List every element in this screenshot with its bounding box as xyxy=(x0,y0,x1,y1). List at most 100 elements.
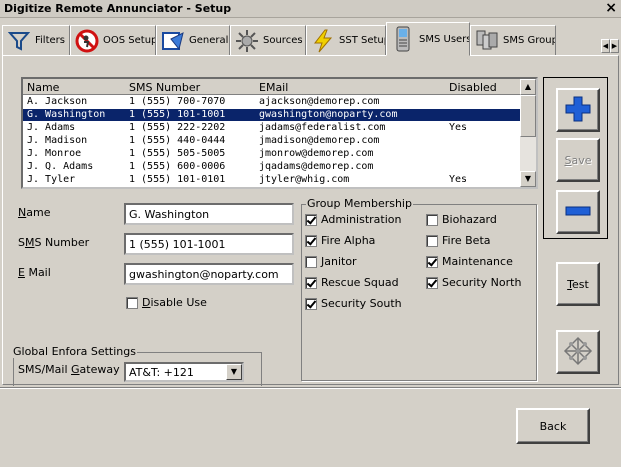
table-row[interactable]: A. Jackson 1 (555) 700-7070 ajackson@demor… xyxy=(23,96,520,108)
checkbox-box[interactable] xyxy=(305,255,317,268)
table-cell: 1 (555) 101-1001 xyxy=(129,109,226,120)
checkbox-box[interactable] xyxy=(305,297,317,310)
name-label: Name xyxy=(18,206,51,219)
table-cell: jmonrow@demorep.com xyxy=(259,148,374,159)
sms-number-label: SMS Number xyxy=(18,236,90,249)
scroll-up-icon[interactable]: ▲ xyxy=(520,79,536,95)
table-row[interactable]: J. Tyler 1 (555) 101-0101 jtyler@whig.com Y… xyxy=(23,174,520,186)
tab-scroll-right-icon[interactable]: ▶ xyxy=(610,39,619,53)
name-field[interactable]: G. Washington xyxy=(124,203,294,225)
email-label: E Mail xyxy=(18,266,51,279)
test-button[interactable]: Test xyxy=(556,262,600,306)
group-checkbox[interactable]: Security North xyxy=(426,276,521,289)
tab-scroll-left-icon[interactable]: ◀ xyxy=(601,39,610,53)
tab-label: General xyxy=(189,35,229,46)
tab-sst-setup[interactable]: SST Setup xyxy=(306,25,386,55)
tab-scroll: ◀ ▶ xyxy=(601,39,619,53)
sms-number-field[interactable]: 1 (555) 101-1001 xyxy=(124,233,294,255)
tab-sms-users[interactable]: SMS Users xyxy=(386,22,470,56)
users-list[interactable]: Name SMS Number EMail Disabled A. Jackso… xyxy=(21,77,538,189)
table-cell: Yes xyxy=(449,174,468,185)
group-checkbox-label: Janitor xyxy=(321,255,357,268)
table-cell: ajackson@demorep.com xyxy=(259,96,380,107)
checkbox-box[interactable] xyxy=(426,276,438,289)
table-cell: 1 (555) 222-2202 xyxy=(129,122,226,133)
column-header-sms-number[interactable]: SMS Number xyxy=(129,81,200,94)
checkbox-box[interactable] xyxy=(426,213,438,226)
no-entry-icon xyxy=(75,29,99,53)
gateway-select[interactable]: AT&T: +121 ▼ xyxy=(124,362,244,382)
group-checkbox[interactable]: Rescue Squad xyxy=(305,276,399,289)
tab-sms-groups[interactable]: SMS Groups xyxy=(470,25,556,55)
chevron-down-icon[interactable]: ▼ xyxy=(226,364,242,380)
close-icon[interactable]: × xyxy=(605,0,617,16)
test-button-label: Test xyxy=(567,277,589,291)
table-row[interactable]: J. Q. Adams 1 (555) 600-0006 jqadams@demor… xyxy=(23,161,520,173)
table-row[interactable]: G. Washington 1 (555) 101-1001 gwashington… xyxy=(23,108,521,122)
group-checkbox[interactable]: Janitor xyxy=(305,255,357,268)
group-checkbox-label: Administration xyxy=(321,213,402,226)
remove-user-button[interactable] xyxy=(556,190,600,234)
save-button[interactable]: Save xyxy=(556,138,600,182)
checkbox-box[interactable] xyxy=(305,276,317,289)
add-user-button[interactable] xyxy=(556,88,600,132)
network-button[interactable] xyxy=(556,330,600,374)
table-cell: J. Adams xyxy=(27,122,76,133)
table-cell: J. Monroe xyxy=(27,148,82,159)
table-row[interactable]: J. Monroe 1 (555) 505-5005 jmonrow@demorep… xyxy=(23,148,520,160)
table-cell: jqadams@demorep.com xyxy=(259,161,374,172)
group-checkbox-label: Biohazard xyxy=(442,213,497,226)
table-cell: jtyler@whig.com xyxy=(259,174,350,185)
table-cell: 1 (555) 700-7070 xyxy=(129,96,226,107)
phone-icon xyxy=(391,26,415,52)
column-header-email[interactable]: EMail xyxy=(259,81,288,94)
table-row[interactable]: J. Adams 1 (555) 222-2202 jadams@federalis… xyxy=(23,122,520,134)
group-checkbox[interactable]: Administration xyxy=(305,213,402,226)
group-checkbox-label: Rescue Squad xyxy=(321,276,399,289)
table-cell: J. Madison xyxy=(27,135,88,146)
table-row[interactable]: J. Madison 1 (555) 440-0444 jmadison@demor… xyxy=(23,135,520,147)
scroll-thumb[interactable] xyxy=(520,95,536,137)
tab-sources[interactable]: Sources xyxy=(230,25,306,55)
column-header-name[interactable]: Name xyxy=(27,81,59,94)
window-title: Digitize Remote Annunciator - Setup xyxy=(4,2,232,15)
group-checkbox-label: Security North xyxy=(442,276,522,289)
table-cell: G. Washington xyxy=(27,109,106,120)
column-header-disabled[interactable]: Disabled xyxy=(449,81,497,94)
filter-icon xyxy=(7,29,31,53)
gateway-value: AT&T: +121 xyxy=(129,366,194,379)
back-button[interactable]: Back xyxy=(516,408,590,444)
group-checkbox[interactable]: Maintenance xyxy=(426,255,513,268)
network-icon xyxy=(563,336,593,369)
tab-label: SMS Users xyxy=(419,33,470,45)
group-checkbox-label: Security South xyxy=(321,297,402,310)
checkbox-box[interactable] xyxy=(305,234,317,247)
tab-label: OOS Setup xyxy=(103,35,156,46)
groups-icon xyxy=(475,29,499,53)
table-cell: gwashington@noparty.com xyxy=(259,109,398,120)
table-cell: Yes xyxy=(449,122,468,133)
disable-use-label: Disable Use xyxy=(142,296,207,309)
scroll-down-icon[interactable]: ▼ xyxy=(520,171,536,187)
tab-general[interactable]: General xyxy=(156,25,230,55)
checkbox-box[interactable] xyxy=(126,296,138,309)
list-header: Name SMS Number EMail Disabled xyxy=(23,79,520,95)
general-icon xyxy=(161,29,185,53)
checkbox-box[interactable] xyxy=(426,234,438,247)
table-cell: A. Jackson xyxy=(27,96,88,107)
tab-oos-setup[interactable]: OOS Setup xyxy=(70,25,156,55)
sources-icon xyxy=(235,29,259,53)
checkbox-box[interactable] xyxy=(426,255,438,268)
table-cell: J. Tyler xyxy=(27,174,76,185)
list-scrollbar[interactable]: ▲ ▼ xyxy=(520,79,536,187)
tab-filters[interactable]: Filters xyxy=(2,25,70,55)
group-checkbox[interactable]: Fire Beta xyxy=(426,234,491,247)
group-membership-box: Group Membership Administration Biohazard… xyxy=(301,197,537,381)
email-field[interactable]: gwashington@noparty.com xyxy=(124,263,294,285)
disable-use-checkbox[interactable]: Disable Use xyxy=(126,296,207,309)
table-cell: J. Q. Adams xyxy=(27,161,94,172)
group-checkbox[interactable]: Fire Alpha xyxy=(305,234,375,247)
checkbox-box[interactable] xyxy=(305,213,317,226)
group-checkbox[interactable]: Biohazard xyxy=(426,213,497,226)
group-checkbox[interactable]: Security South xyxy=(305,297,402,310)
